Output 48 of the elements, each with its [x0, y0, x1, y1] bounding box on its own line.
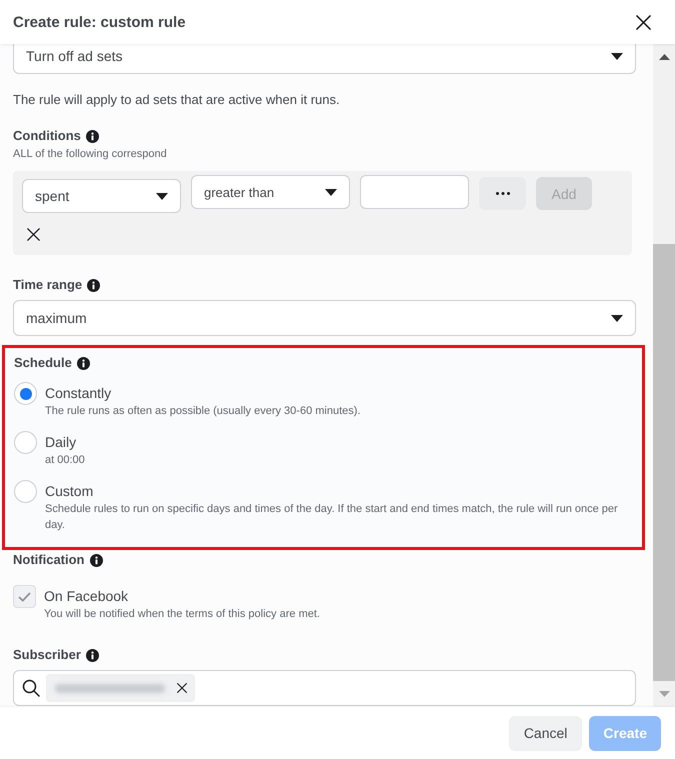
dialog-title: Create rule: custom rule	[13, 14, 186, 30]
section-label: Time range	[13, 276, 82, 294]
scrollbar-thumb[interactable]	[653, 244, 675, 681]
operator-dropdown[interactable]: greater than	[191, 175, 350, 209]
remove-condition-button[interactable]	[27, 228, 40, 240]
info-icon[interactable]	[76, 356, 90, 370]
section-label: Subscriber	[13, 646, 81, 664]
value-input[interactable]	[360, 175, 469, 209]
caret-icon	[156, 192, 168, 200]
rule-note: The rule will apply to ad sets that are active when it runs.	[13, 92, 341, 108]
radio-button[interactable]	[14, 480, 37, 503]
option-description: Schedule rules to run on specific days and times of the day. If the start and end times match, the rule will run once per day.	[45, 502, 619, 533]
action-dropdown[interactable]: Turn off ad sets	[13, 44, 636, 74]
conditions-hint: ALL of the following correspond	[13, 147, 168, 161]
scrollbar[interactable]	[653, 44, 675, 707]
section-label: Schedule	[14, 354, 72, 372]
caret-icon	[325, 188, 337, 196]
check-icon	[18, 592, 31, 602]
close-icon	[636, 14, 651, 30]
more-icon	[496, 192, 510, 195]
scroll-up-icon[interactable]	[658, 54, 670, 60]
close-icon	[27, 228, 40, 240]
subscriber-search-field[interactable]	[13, 670, 636, 706]
info-icon[interactable]	[90, 554, 102, 566]
section-label: Notification	[13, 551, 84, 569]
option-description: at 00:00	[45, 453, 85, 468]
cancel-button[interactable]: Cancel	[508, 716, 582, 750]
option-label: Constantly	[45, 384, 112, 402]
info-icon[interactable]	[86, 648, 99, 662]
option-description: You will be notified when the terms of this policy are met.	[44, 607, 320, 622]
close-button[interactable]	[636, 14, 651, 30]
radio-button[interactable]	[14, 431, 37, 454]
caret-icon	[611, 52, 623, 60]
caret-icon	[611, 314, 623, 322]
option-label: Custom	[45, 482, 94, 500]
section-label: Conditions	[13, 127, 81, 145]
search-icon	[22, 679, 40, 697]
metric-dropdown[interactable]: spent	[22, 179, 181, 213]
option-label: Daily	[45, 433, 78, 451]
scroll-down-icon[interactable]	[658, 691, 670, 697]
close-icon	[177, 683, 187, 693]
info-icon[interactable]	[87, 278, 100, 292]
info-icon[interactable]	[86, 130, 99, 142]
time-range-dropdown[interactable]: maximum	[13, 300, 636, 336]
remove-subscriber-button[interactable]	[177, 683, 187, 693]
option-description: The rule runs as often as possible (usually every 30-60 minutes).	[45, 404, 360, 419]
option-label: On Facebook	[44, 587, 130, 605]
radio-button[interactable]	[14, 382, 37, 405]
